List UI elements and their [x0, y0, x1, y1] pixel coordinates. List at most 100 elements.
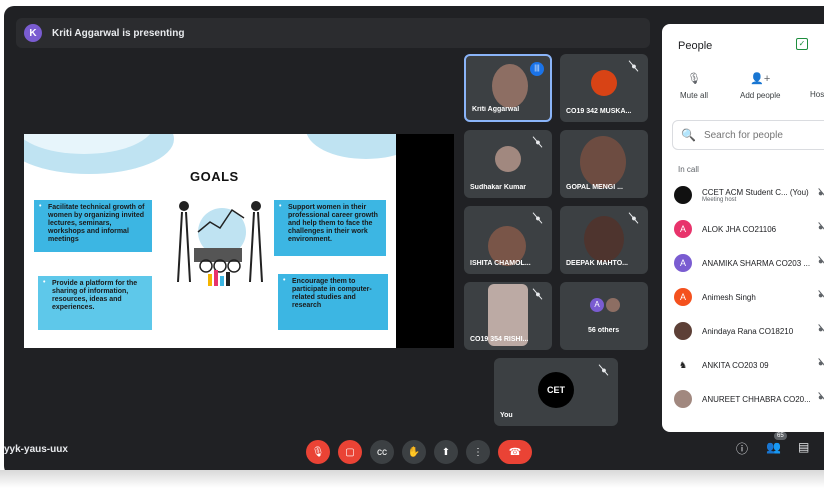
mic-off-icon: ● [628, 212, 640, 224]
participant-tile[interactable]: ● CO19 354 RISHI... [464, 282, 552, 350]
participant-tile[interactable]: GOPAL MENGI ... [560, 130, 648, 198]
others-count: 56 others [588, 327, 620, 334]
mic-off-icon: ● [532, 212, 544, 224]
panel-title: People [678, 40, 713, 52]
people-icon: 👥 [766, 440, 781, 454]
participant-name: GOPAL MENGI ... [566, 184, 623, 191]
mute-all-label: Mute all [680, 91, 709, 100]
participant-name: Kriti Aggarwal [472, 106, 520, 113]
mic-off-icon: ● [818, 358, 824, 368]
participant-avatar [591, 70, 617, 96]
mic-off-icon: ● [818, 324, 824, 334]
slide-wave-decoration [306, 134, 396, 159]
mic-off-icon: ● [598, 364, 610, 376]
leave-call-button[interactable]: ☎ [498, 440, 532, 464]
present-button[interactable]: ⬆ [434, 440, 458, 464]
slide-title: GOALS [190, 169, 239, 184]
participant-name: ISHITA CHAMOL... [470, 260, 531, 267]
camera-off-icon: ▢ [345, 446, 355, 458]
host-controls-icon[interactable]: ✓ [796, 38, 808, 50]
present-screen-icon: ⬆ [441, 446, 451, 458]
search-box[interactable]: 🔍 [672, 120, 824, 150]
participant-avatar [495, 146, 521, 172]
person-avatar [674, 186, 692, 204]
person-row[interactable]: ♞ ANKITA CO203 09 ● [674, 354, 824, 376]
window-shadow [0, 470, 824, 488]
participant-tile[interactable]: ||| Kriti Aggarwal [464, 54, 552, 122]
mic-off-icon: ● [818, 392, 824, 402]
mic-off-icon: ● [532, 288, 544, 300]
person-row[interactable]: A ALOK JHA CO21106 ● [674, 218, 824, 240]
host-label: Hos [810, 90, 824, 99]
participant-tile[interactable]: ● DEEPAK MAHTO... [560, 206, 648, 274]
panel-actions: 🎙 Mute all 👤+ Add people Hos [662, 72, 824, 112]
more-vert-icon: ⋮ [473, 446, 483, 458]
add-people-button[interactable]: 👤+ Add people [740, 72, 780, 100]
mic-toggle-button[interactable]: 🎙 [306, 440, 330, 464]
mic-off-icon: ● [818, 188, 824, 198]
mic-off-icon: 🎙 [311, 446, 325, 458]
hand-icon: ✋ [407, 446, 421, 458]
person-name: Anindaya Rana CO18210 [702, 326, 794, 336]
goals-illustration [177, 201, 263, 286]
captions-icon: cc [377, 446, 387, 458]
participant-tile[interactable]: ● Sudhakar Kumar [464, 130, 552, 198]
add-person-icon: 👤+ [750, 73, 771, 85]
in-call-label: In call [678, 165, 699, 174]
presentation-slide: GOALS Facilitate technical growth of wom… [24, 134, 396, 348]
people-button[interactable]: 👥 65 [766, 432, 787, 454]
speaking-indicator-icon: ||| [530, 62, 544, 76]
mic-off-icon: ● [628, 60, 640, 72]
person-name: ANKITA CO203 09 [702, 360, 769, 370]
self-tile[interactable]: CET ● You [494, 358, 618, 426]
meeting-info-button[interactable]: ⓘ [736, 440, 748, 457]
participant-name: CO19 342 MUSKA... [566, 108, 632, 115]
more-options-button[interactable]: ⋮ [466, 440, 490, 464]
person-row[interactable]: Anindaya Rana CO18210 ● [674, 320, 824, 342]
participant-name: DEEPAK MAHTO... [566, 260, 628, 267]
presenting-banner: K Kriti Aggarwal is presenting [16, 18, 650, 48]
presenting-text: Kriti Aggarwal is presenting [52, 27, 185, 39]
mic-off-icon: ● [818, 222, 824, 232]
person-row[interactable]: A ANAMIKA SHARMA CO203 ... ● [674, 252, 824, 274]
person-role: Meeting host [702, 196, 737, 203]
person-row[interactable]: A Animesh Singh ● [674, 286, 824, 308]
host-controls-button[interactable]: Hos [810, 72, 824, 99]
person-avatar: ♞ [674, 356, 692, 374]
slide-letterbox [396, 134, 454, 348]
info-icon: ⓘ [736, 442, 749, 456]
mic-off-icon: ● [532, 136, 544, 148]
others-tile[interactable]: A 56 others [560, 282, 648, 350]
person-avatar: A [674, 254, 692, 272]
participant-video [580, 136, 626, 188]
participant-video [584, 216, 624, 262]
participant-video [492, 64, 528, 108]
people-panel: People ✓ 🎙 Mute all 👤+ Add people Hos 🔍 … [662, 24, 824, 432]
others-avatar [606, 298, 620, 312]
person-avatar [674, 390, 692, 408]
self-name: You [500, 412, 513, 419]
person-name: ANAMIKA SHARMA CO203 ... [702, 258, 811, 268]
goal-box: Provide a platform for the sharing of in… [38, 276, 152, 330]
chat-button[interactable]: ▤ [798, 440, 809, 454]
chat-icon: ▤ [798, 440, 810, 454]
goal-box: Encourage them to participate in compute… [278, 274, 388, 330]
person-avatar [674, 322, 692, 340]
camera-toggle-button[interactable]: ▢ [338, 440, 362, 464]
participant-tile[interactable]: ● ISHITA CHAMOL... [464, 206, 552, 274]
raise-hand-button[interactable]: ✋ [402, 440, 426, 464]
goal-box: Support women in their professional care… [274, 200, 386, 256]
search-input[interactable] [703, 129, 824, 141]
add-people-label: Add people [740, 91, 781, 100]
mute-all-button[interactable]: 🎙 Mute all [680, 72, 708, 100]
self-avatar-logo: CET [538, 372, 574, 408]
participant-tile[interactable]: ● CO19 342 MUSKA... [560, 54, 648, 122]
person-avatar: A [674, 220, 692, 238]
person-row[interactable]: CCET ACM Student C... (You) Meeting host… [674, 184, 824, 206]
people-count-badge: 65 [774, 432, 787, 440]
person-row[interactable]: ANUREET CHHABRA CO20... ● [674, 388, 824, 410]
captions-button[interactable]: cc [370, 440, 394, 464]
person-name: ANUREET CHHABRA CO20... [702, 394, 811, 404]
participant-name: CO19 354 RISHI... [470, 336, 529, 343]
person-name: CCET ACM Student C... (You) [702, 187, 809, 197]
